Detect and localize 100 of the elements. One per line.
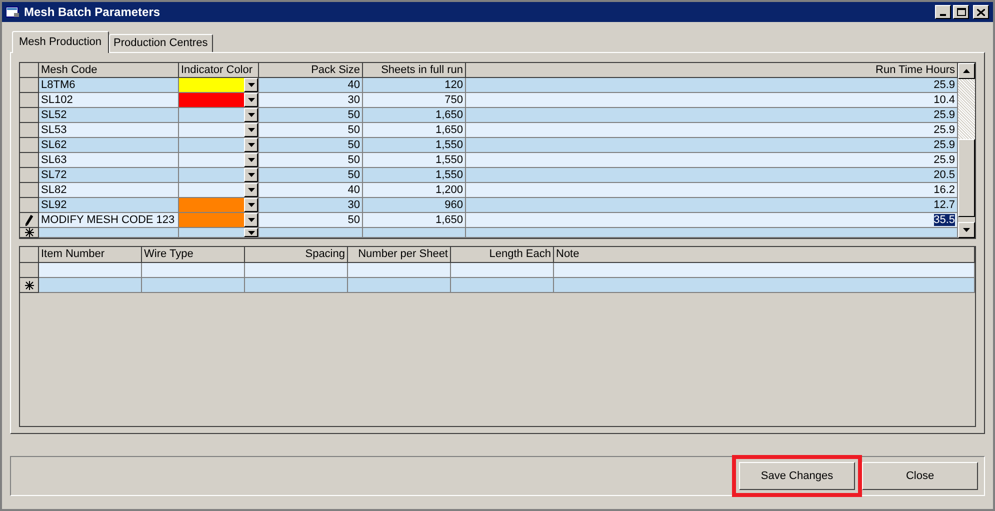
dialog-button[interactable]: Save Changes	[739, 462, 855, 490]
table-cell[interactable]: SL53	[39, 123, 179, 138]
row-header[interactable]	[20, 123, 39, 138]
color-dropdown[interactable]	[179, 108, 259, 123]
table-cell[interactable]: 1,550	[363, 153, 466, 168]
table-cell[interactable]	[259, 228, 363, 238]
table-cell[interactable]: SL92	[39, 198, 179, 213]
column-header[interactable]: Sheets in full run	[363, 63, 466, 78]
row-header[interactable]	[20, 183, 39, 198]
table-cell[interactable]	[348, 263, 451, 278]
color-dropdown[interactable]	[179, 153, 259, 168]
table-cell[interactable]: 16.2	[466, 183, 958, 198]
table-cell[interactable]: 1,650	[363, 123, 466, 138]
column-header[interactable]: Indicator Color	[179, 63, 259, 78]
table-cell[interactable]: SL72	[39, 168, 179, 183]
column-header[interactable]: Length Each	[451, 247, 554, 263]
row-header[interactable]	[20, 263, 39, 278]
table-cell[interactable]	[142, 263, 245, 278]
table-cell[interactable]	[39, 263, 142, 278]
column-header[interactable]: Item Number	[39, 247, 142, 263]
column-header[interactable]: Mesh Code	[39, 63, 179, 78]
table-cell[interactable]: 960	[363, 198, 466, 213]
scroll-thumb[interactable]	[958, 139, 975, 217]
table-cell[interactable]: 25.9	[466, 123, 958, 138]
color-dropdown[interactable]	[179, 168, 259, 183]
table-cell[interactable]: L8TM6	[39, 78, 179, 93]
color-dropdown[interactable]	[179, 213, 259, 228]
table-cell[interactable]: SL62	[39, 138, 179, 153]
color-dropdown[interactable]	[179, 93, 259, 108]
table-cell[interactable]: 1,550	[363, 168, 466, 183]
close-button[interactable]	[973, 5, 989, 19]
row-header[interactable]	[20, 168, 39, 183]
column-header[interactable]: Pack Size	[259, 63, 363, 78]
row-header[interactable]	[20, 138, 39, 153]
column-header[interactable]: Number per Sheet	[348, 247, 451, 263]
row-header[interactable]	[20, 198, 39, 213]
table-cell[interactable]	[451, 278, 554, 293]
table-cell[interactable]	[554, 278, 975, 293]
color-dropdown[interactable]	[179, 123, 259, 138]
row-header[interactable]	[20, 153, 39, 168]
minimize-button[interactable]	[935, 5, 951, 19]
table-cell[interactable]	[142, 278, 245, 293]
row-header[interactable]	[20, 93, 39, 108]
table-cell[interactable]: 1,650	[363, 213, 466, 228]
table-cell[interactable]	[245, 278, 348, 293]
table-cell[interactable]	[245, 263, 348, 278]
table-cell[interactable]: SL52	[39, 108, 179, 123]
table-cell[interactable]: 50	[259, 123, 363, 138]
table-cell[interactable]	[554, 263, 975, 278]
table-cell[interactable]: 1,550	[363, 138, 466, 153]
table-cell[interactable]	[451, 263, 554, 278]
column-header[interactable]: Spacing	[245, 247, 348, 263]
table-cell[interactable]	[39, 278, 142, 293]
table-cell[interactable]	[348, 278, 451, 293]
scroll-up-button[interactable]	[958, 63, 975, 79]
scroll-down-button[interactable]	[958, 222, 975, 238]
dialog-button[interactable]: Close	[862, 462, 978, 490]
color-dropdown[interactable]	[179, 228, 259, 238]
table-cell[interactable]: SL82	[39, 183, 179, 198]
table-cell[interactable]: 25.9	[466, 78, 958, 93]
maximize-button[interactable]	[953, 5, 969, 19]
table-cell[interactable]: 25.9	[466, 138, 958, 153]
table-cell[interactable]: 25.9	[466, 153, 958, 168]
table-cell[interactable]: 50	[259, 168, 363, 183]
table-cell[interactable]: 50	[259, 213, 363, 228]
row-header[interactable]	[20, 78, 39, 93]
table-cell[interactable]: 50	[259, 138, 363, 153]
row-header[interactable]	[20, 108, 39, 123]
table-cell[interactable]: 750	[363, 93, 466, 108]
table-cell[interactable]: MODIFY MESH CODE 123	[39, 213, 179, 228]
table-cell[interactable]: 50	[259, 153, 363, 168]
row-header[interactable]	[20, 278, 39, 293]
table-cell[interactable]: 25.9	[466, 108, 958, 123]
table-cell[interactable]	[363, 228, 466, 238]
tab[interactable]: Production Centres	[108, 34, 213, 52]
table-cell[interactable]: 40	[259, 78, 363, 93]
table-cell[interactable]: 50	[259, 108, 363, 123]
table-cell[interactable]: 20.5	[466, 168, 958, 183]
row-header[interactable]	[20, 213, 39, 228]
table-cell[interactable]: 30	[259, 93, 363, 108]
table-cell[interactable]: 1,650	[363, 108, 466, 123]
table-cell[interactable]	[466, 228, 958, 238]
table-cell[interactable]: 10.4	[466, 93, 958, 108]
scrollbar[interactable]	[958, 63, 975, 238]
column-header[interactable]: Wire Type	[142, 247, 245, 263]
table-cell[interactable]	[39, 228, 179, 238]
color-dropdown[interactable]	[179, 138, 259, 153]
row-header[interactable]	[20, 228, 39, 238]
color-dropdown[interactable]	[179, 78, 259, 93]
table-cell[interactable]: 30	[259, 198, 363, 213]
table-cell[interactable]: SL63	[39, 153, 179, 168]
table-cell[interactable]: 12.7	[466, 198, 958, 213]
table-cell[interactable]: 40	[259, 183, 363, 198]
table-cell-editor[interactable]: 35.5	[466, 213, 958, 228]
color-dropdown[interactable]	[179, 198, 259, 213]
column-header[interactable]: Run Time Hours	[466, 63, 958, 78]
table-cell[interactable]: 1,200	[363, 183, 466, 198]
column-header[interactable]: Note	[554, 247, 975, 263]
tab[interactable]: Mesh Production	[12, 31, 109, 53]
table-cell[interactable]: SL102	[39, 93, 179, 108]
